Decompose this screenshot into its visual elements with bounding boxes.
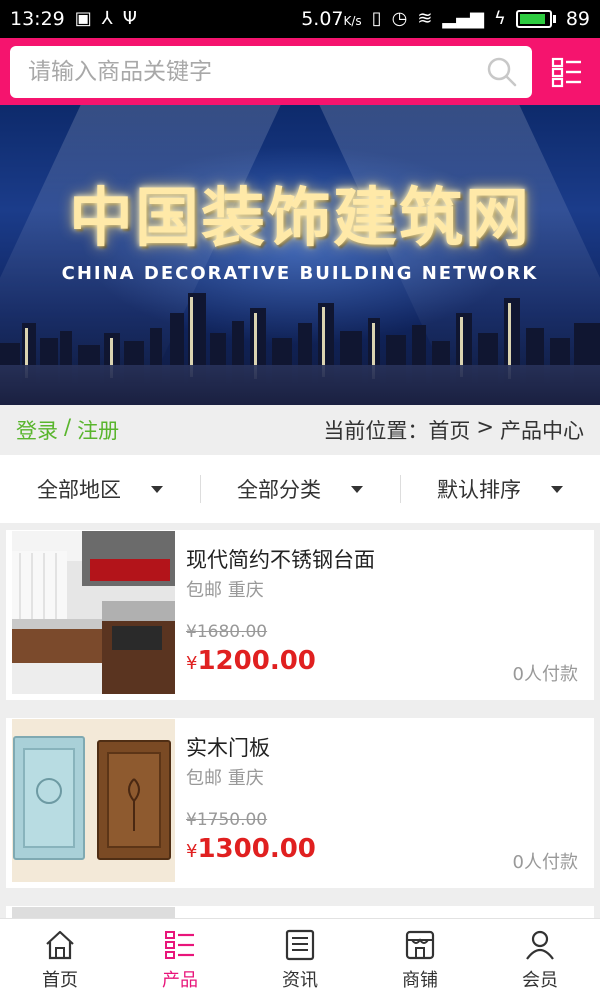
banner-subtitle: CHINA DECORATIVE BUILDING NETWORK — [61, 263, 539, 284]
charging-icon: ϟ — [493, 8, 506, 29]
product-card[interactable]: 实木门板 包邮 重庆 ¥1750.00 ¥1300.00 0人付款 — [6, 718, 594, 888]
status-bar: 13:29 ▣ ⅄ Ψ 5.07K/s ▯ ◷ ≋ ▂▄▆ ϟ 89 — [0, 0, 600, 38]
nav-store[interactable]: 商铺 — [360, 919, 480, 1000]
product-image-door-panel — [12, 719, 175, 882]
filter-bar: 全部地区 全部分类 默认排序 — [0, 455, 600, 523]
caret-down-icon — [351, 485, 363, 493]
category-menu-button[interactable] — [544, 49, 590, 95]
nav-news-label: 资讯 — [282, 969, 318, 991]
search-bar — [10, 45, 533, 98]
nav-products-label: 产品 — [162, 969, 198, 991]
nav-store-label: 商铺 — [402, 969, 438, 991]
breadcrumb-prefix: 当前位置： — [323, 419, 429, 443]
product-card[interactable]: 现代简约不锈钢台面 包邮 重庆 ¥1680.00 ¥1200.00 0人付款 — [6, 530, 594, 700]
nav-news[interactable]: 资讯 — [240, 919, 360, 1000]
nav-products[interactable]: 产品 — [120, 919, 240, 1000]
product-sold-count: 0人付款 — [512, 664, 578, 685]
vibrate-icon: ▯ — [371, 8, 382, 29]
battery-level: 89 — [565, 8, 590, 30]
header — [0, 38, 600, 105]
signal-icon: ▂▄▆ — [442, 8, 484, 29]
wifi-icon: ≋ — [417, 8, 433, 29]
login-link[interactable]: 登录 — [16, 415, 58, 445]
product-info: 现代简约不锈钢台面 包邮 重庆 ¥1680.00 ¥1200.00 0人付款 — [186, 530, 594, 700]
filter-category-label: 全部分类 — [237, 478, 321, 502]
banner-title: 中国装饰建筑网 — [69, 182, 531, 256]
nav-home[interactable]: 首页 — [0, 919, 120, 1000]
filter-category-dropdown[interactable]: 全部分类 — [200, 455, 400, 523]
bottom-nav: 首页 产品 资讯 商铺 会员 — [0, 918, 600, 1000]
product-price: ¥1300.00 — [186, 834, 316, 864]
caret-down-icon — [151, 485, 163, 493]
breadcrumb-separator: > — [476, 415, 494, 439]
filter-sort-dropdown[interactable]: 默认排序 — [400, 455, 600, 523]
auth-separator: / — [64, 415, 72, 439]
filter-region-dropdown[interactable]: 全部地区 — [0, 455, 200, 523]
alarm-icon: ◷ — [391, 8, 408, 29]
user-icon — [526, 930, 554, 960]
list-grid-icon — [551, 57, 582, 87]
breadcrumb-current: 产品中心 — [500, 419, 584, 443]
product-info: 实木门板 包邮 重庆 ¥1750.00 ¥1300.00 0人付款 — [186, 718, 594, 888]
auth-links: 登录 / 注册 — [16, 415, 119, 445]
filter-region-label: 全部地区 — [37, 478, 121, 502]
register-link[interactable]: 注册 — [77, 415, 119, 445]
search-input[interactable] — [28, 58, 458, 85]
nav-member[interactable]: 会员 — [480, 919, 600, 1000]
search-icon[interactable] — [486, 56, 518, 88]
product-shipping: 包邮 重庆 — [186, 768, 264, 789]
product-name: 实木门板 — [186, 736, 270, 760]
share-icon: ⅄ — [101, 8, 113, 29]
banner[interactable]: 中国装饰建筑网 CHINA DECORATIVE BUILDING NETWOR… — [0, 105, 600, 405]
news-icon — [285, 929, 315, 960]
product-original-price: ¥1750.00 — [186, 810, 268, 830]
caret-down-icon — [551, 485, 563, 493]
home-icon — [46, 930, 74, 959]
network-speed: 5.07K/s — [301, 8, 362, 30]
store-icon — [405, 930, 435, 959]
product-name: 现代简约不锈钢台面 — [186, 548, 375, 572]
clock: 13:29 — [10, 8, 65, 30]
product-shipping: 包邮 重庆 — [186, 580, 264, 601]
breadcrumb: 当前位置： 首页 > 产品中心 — [323, 415, 584, 445]
nav-member-label: 会员 — [522, 969, 558, 991]
login-breadcrumb-row: 登录 / 注册 当前位置： 首页 > 产品中心 — [0, 405, 600, 455]
image-icon: ▣ — [74, 8, 92, 29]
product-original-price: ¥1680.00 — [186, 622, 268, 642]
product-list: 现代简约不锈钢台面 包邮 重庆 ¥1680.00 ¥1200.00 0人付款 实… — [6, 530, 594, 954]
product-image-kitchen — [12, 531, 175, 694]
filter-sort-label: 默认排序 — [437, 478, 521, 502]
product-list-icon — [165, 930, 194, 959]
breadcrumb-home[interactable]: 首页 — [428, 415, 470, 445]
product-sold-count: 0人付款 — [512, 852, 578, 873]
product-price: ¥1200.00 — [186, 646, 316, 676]
battery-icon — [515, 10, 556, 28]
usb-icon: Ψ — [122, 8, 137, 29]
nav-home-label: 首页 — [42, 969, 78, 991]
